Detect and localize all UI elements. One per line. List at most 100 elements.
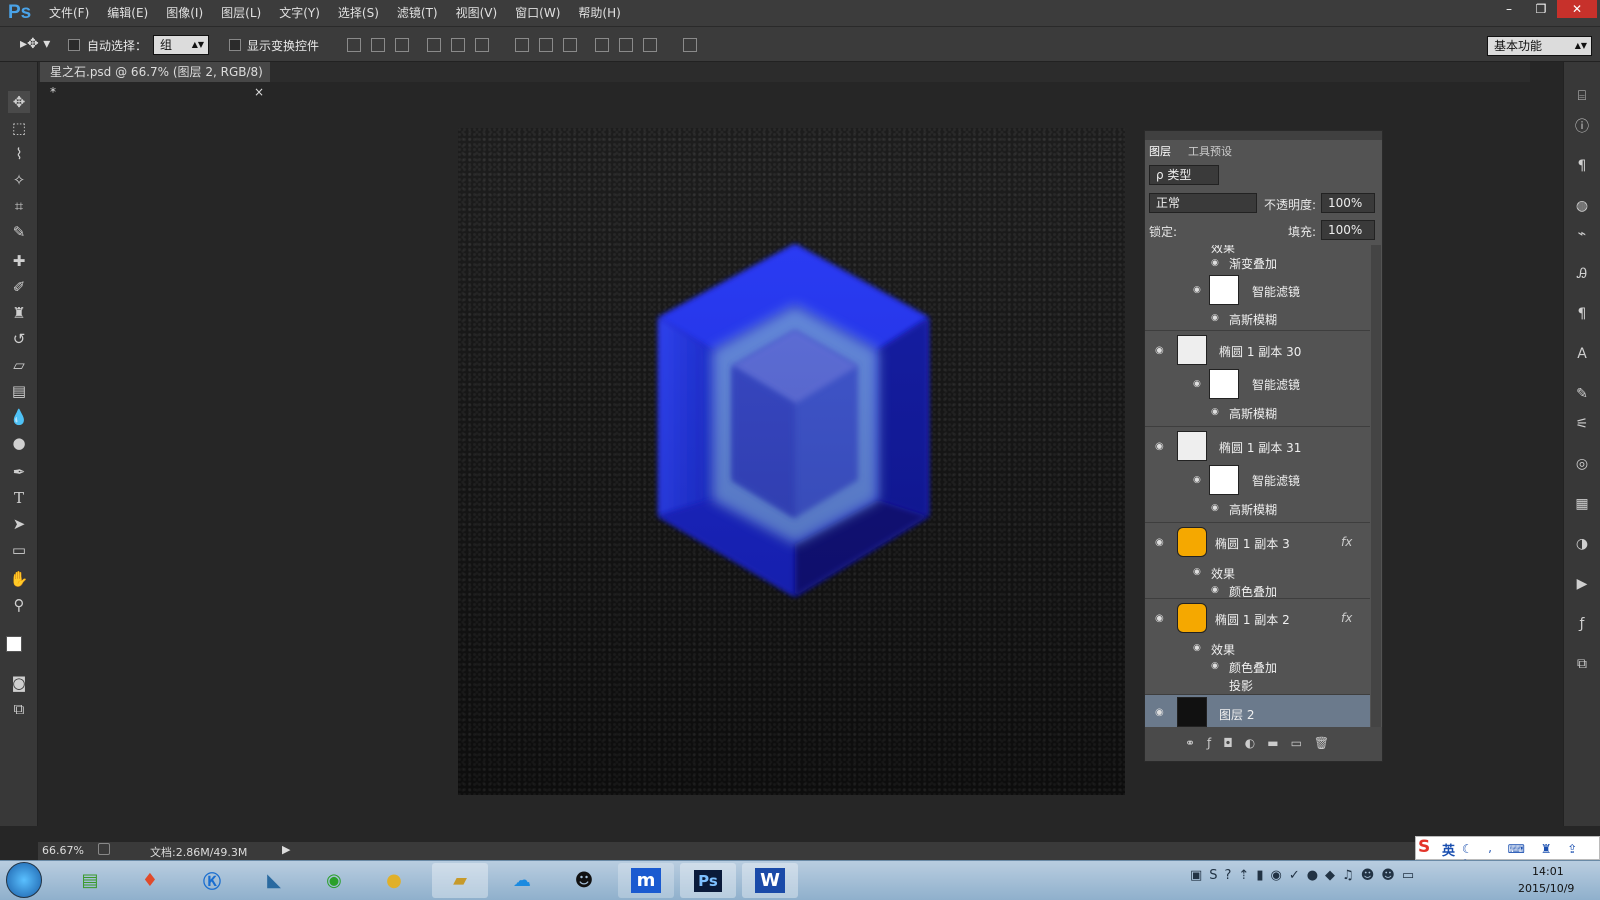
show-transform-checkbox[interactable] bbox=[229, 39, 241, 51]
minimize-button[interactable]: – bbox=[1493, 0, 1525, 18]
menu-type[interactable]: 文字(Y) bbox=[270, 0, 329, 27]
eye-icon[interactable]: ◉ bbox=[1193, 567, 1201, 577]
move-tool-preset-icon[interactable]: ▸✥ ▾ bbox=[20, 36, 50, 52]
align-left-icon[interactable] bbox=[427, 38, 441, 52]
close-tab-icon[interactable]: × bbox=[254, 82, 264, 102]
distribute-vcenter-icon[interactable] bbox=[539, 38, 553, 52]
taskbar-explorer-icon[interactable]: ▰ bbox=[432, 863, 488, 898]
screen-mode-icon[interactable]: ⧉ bbox=[8, 698, 30, 720]
clock-date[interactable]: 2015/10/9 bbox=[1518, 882, 1574, 895]
brush-tool-icon[interactable]: ✐ bbox=[8, 276, 30, 298]
blend-mode-dropdown[interactable]: 正常 bbox=[1149, 193, 1257, 213]
menu-layer[interactable]: 图层(L) bbox=[212, 0, 270, 27]
taskbar-k-icon[interactable]: Ⓚ bbox=[184, 863, 240, 898]
character-icon[interactable]: A bbox=[1572, 346, 1592, 366]
eye-icon[interactable]: ◉ bbox=[1211, 661, 1219, 671]
start-button[interactable] bbox=[6, 862, 42, 898]
blur-tool-icon[interactable]: 💧 bbox=[8, 406, 30, 428]
eye-icon[interactable]: ◉ bbox=[1211, 503, 1219, 513]
align-vcenter-icon[interactable] bbox=[371, 38, 385, 52]
auto-align-icon[interactable] bbox=[683, 38, 697, 52]
eye-icon[interactable]: ◉ bbox=[1193, 285, 1201, 295]
distribute-left-icon[interactable] bbox=[595, 38, 609, 52]
move-tool-icon[interactable]: ✥ bbox=[8, 91, 30, 113]
taskbar-word-icon[interactable]: W bbox=[742, 863, 798, 898]
eye-icon[interactable]: ◉ bbox=[1193, 379, 1201, 389]
taskbar-photoshop-icon[interactable]: Ps bbox=[680, 863, 736, 898]
eye-icon[interactable]: ◉ bbox=[1155, 345, 1169, 356]
ime-mode[interactable]: 英 bbox=[1442, 840, 1455, 859]
eraser-tool-icon[interactable]: ▱ bbox=[8, 354, 30, 376]
eye-icon[interactable]: ◉ bbox=[1155, 613, 1169, 624]
taskbar-balloon-icon[interactable]: ♦ bbox=[122, 863, 178, 898]
paragraph-styles-icon[interactable]: ¶ bbox=[1572, 306, 1592, 326]
layer-row[interactable]: ◉ 椭圆 1 副本 2 fx ◉ 效果 ◉ 颜色叠加 投影 bbox=[1145, 599, 1370, 695]
adjustments-icon[interactable]: ⚟ bbox=[1572, 416, 1592, 436]
eye-icon[interactable]: ◉ bbox=[1211, 258, 1219, 268]
styles-icon[interactable]: ◑ bbox=[1572, 536, 1592, 556]
grid-icon[interactable]: ▦ bbox=[1572, 496, 1592, 516]
character-styles-icon[interactable]: Ꭿ bbox=[1572, 266, 1592, 286]
status-icon[interactable] bbox=[98, 843, 110, 855]
history-brush-tool-icon[interactable]: ↺ bbox=[8, 328, 30, 350]
document-canvas[interactable] bbox=[458, 128, 1125, 795]
layer-row-selected[interactable]: ◉ 图层 2 bbox=[1145, 695, 1370, 727]
taskbar-qq-icon[interactable]: ☻ bbox=[556, 863, 612, 898]
paths-icon[interactable]: ⌁ bbox=[1572, 226, 1592, 246]
stamp-tool-icon[interactable]: ♜ bbox=[8, 302, 30, 324]
taskbar-eraser-icon[interactable]: ◣ bbox=[246, 863, 302, 898]
layers-scrollbar[interactable] bbox=[1371, 245, 1381, 727]
info-icon[interactable]: ⓘ bbox=[1572, 116, 1592, 136]
align-hcenter-icon[interactable] bbox=[451, 38, 465, 52]
layer-row[interactable]: ◉ 椭圆 1 副本 31 ◉ 智能滤镜 ◉ 高斯模糊 bbox=[1145, 427, 1370, 523]
color-icon[interactable]: ◍ bbox=[1572, 198, 1592, 218]
taskbar-cloud-icon[interactable]: ☁ bbox=[494, 863, 550, 898]
foreground-color-swatch[interactable] bbox=[6, 636, 22, 652]
eye-icon[interactable]: ◉ bbox=[1211, 407, 1219, 417]
menu-file[interactable]: 文件(F) bbox=[40, 0, 98, 27]
eye-icon[interactable]: ◉ bbox=[1211, 585, 1219, 595]
taskbar-media-icon[interactable]: ● bbox=[366, 863, 422, 898]
restore-button[interactable]: ❐ bbox=[1525, 0, 1557, 18]
eye-icon[interactable]: ◉ bbox=[1211, 313, 1219, 323]
crop-tool-icon[interactable]: ⌗ bbox=[8, 195, 30, 217]
align-bottom-icon[interactable] bbox=[395, 38, 409, 52]
eye-icon[interactable]: ◉ bbox=[1155, 707, 1169, 718]
menu-filter[interactable]: 滤镜(T) bbox=[388, 0, 447, 27]
taskbar-maxthon-icon[interactable]: m bbox=[618, 863, 674, 898]
clock-time[interactable]: 14:01 bbox=[1532, 865, 1564, 878]
tab-layers[interactable]: 图层 bbox=[1149, 143, 1171, 159]
zoom-level[interactable]: 66.67% bbox=[42, 844, 84, 857]
list-item[interactable]: 效果 ◉ 渐变叠加 ◉ 智能滤镜 ◉ 高斯模糊 bbox=[1145, 245, 1370, 331]
taskbar-browser-icon[interactable]: ◉ bbox=[306, 863, 362, 898]
fx-icon[interactable]: fx bbox=[1341, 611, 1352, 625]
menu-image[interactable]: 图像(I) bbox=[157, 0, 212, 27]
swatches-icon[interactable]: ◎ bbox=[1572, 456, 1592, 476]
distribute-right-icon[interactable] bbox=[643, 38, 657, 52]
menu-select[interactable]: 选择(S) bbox=[329, 0, 388, 27]
eyedropper-tool-icon[interactable]: ✎ bbox=[8, 221, 30, 243]
menu-help[interactable]: 帮助(H) bbox=[569, 0, 629, 27]
actions-icon[interactable]: ▶ bbox=[1572, 576, 1592, 596]
eye-icon[interactable]: ◉ bbox=[1155, 441, 1169, 452]
fill-field[interactable]: 100% bbox=[1321, 220, 1375, 240]
brush-presets-icon[interactable]: ✎ bbox=[1572, 386, 1592, 406]
magic-wand-tool-icon[interactable]: ✧ bbox=[8, 169, 30, 191]
lasso-tool-icon[interactable]: ⌇ bbox=[8, 143, 30, 165]
workspace-dropdown[interactable]: 基本功能 ▲▼ bbox=[1487, 36, 1592, 56]
distribute-hcenter-icon[interactable] bbox=[619, 38, 633, 52]
eye-icon[interactable]: ◉ bbox=[1193, 475, 1201, 485]
path-selection-tool-icon[interactable]: ➤ bbox=[8, 513, 30, 535]
quick-mask-icon[interactable]: ◙ bbox=[8, 672, 30, 694]
layer-filter-dropdown[interactable]: ρ 类型 bbox=[1149, 165, 1219, 185]
layer-row[interactable]: ◉ 椭圆 1 副本 30 ◉ 智能滤镜 ◉ 高斯模糊 bbox=[1145, 331, 1370, 427]
paragraph-icon[interactable]: ¶ bbox=[1572, 158, 1592, 178]
marquee-tool-icon[interactable]: ⬚ bbox=[8, 117, 30, 139]
align-right-icon[interactable] bbox=[475, 38, 489, 52]
rectangle-tool-icon[interactable]: ▭ bbox=[8, 539, 30, 561]
menu-window[interactable]: 窗口(W) bbox=[506, 0, 569, 27]
close-button[interactable]: ✕ bbox=[1557, 0, 1597, 18]
status-menu-arrow[interactable]: ▶ bbox=[282, 843, 290, 856]
menu-edit[interactable]: 编辑(E) bbox=[98, 0, 157, 27]
layer-row[interactable]: ◉ 椭圆 1 副本 3 fx ◉ 效果 ◉ 颜色叠加 bbox=[1145, 523, 1370, 599]
